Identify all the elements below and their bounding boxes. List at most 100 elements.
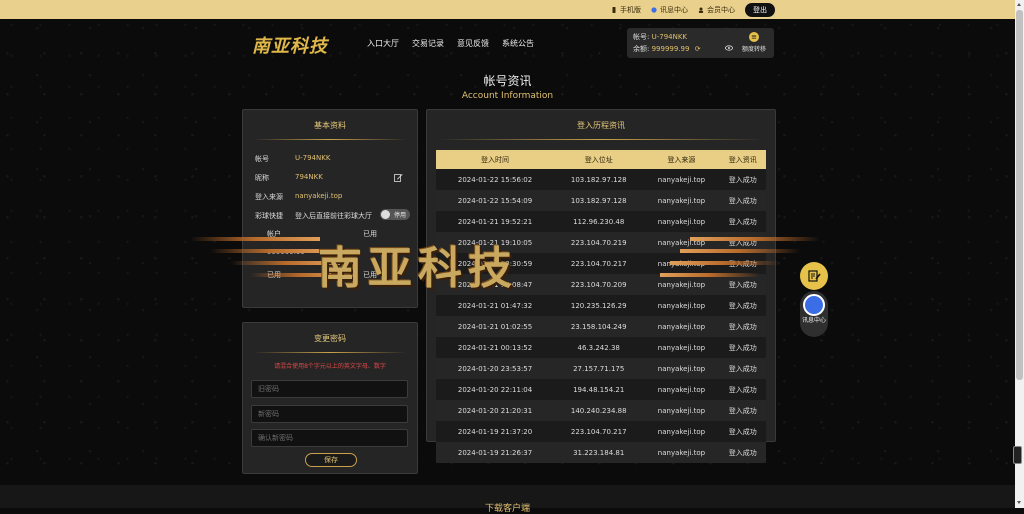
shortcut-toggle[interactable]: 停用 [380, 209, 410, 220]
page-scrollbar[interactable] [1015, 0, 1024, 508]
table-row: 2024-01-20 22:11:04 194.48.154.21 nanyakej… [436, 379, 766, 400]
table-cell: 140.240.234.88 [554, 400, 644, 421]
table-cell: 103.182.97.128 [554, 169, 644, 190]
table-cell: 2024-01-22 15:54:09 [436, 190, 555, 211]
refresh-icon[interactable]: ⟳ [695, 45, 701, 53]
info-label: 登入来源 [255, 193, 283, 201]
table-row: 2024-01-22 15:54:09 103.182.97.128 nanyake… [436, 190, 766, 211]
info-row-nickname: 昵称 794NKK [255, 173, 323, 183]
logout-button[interactable]: 登出 [745, 2, 775, 17]
info-label: 昵称 [255, 174, 269, 182]
password-title: 变更密码 [314, 334, 346, 343]
scroll-indicator [1013, 446, 1022, 464]
page-title: 帐号资讯 [483, 74, 532, 88]
table-row: 2024-01-21 01:02:55 23.158.104.249 nanyake… [436, 316, 766, 337]
info-value: U-794NKK [295, 154, 331, 162]
info-label: 彩球快捷 [255, 212, 283, 220]
table-cell: 27.157.71.175 [554, 358, 644, 379]
wing-stripe [210, 249, 330, 253]
table-cell: 46.3.242.38 [554, 337, 644, 358]
info-row-account: 帐号 U-794NKK [255, 154, 330, 164]
balance-row: 余额: 999999.99 ⟳ [633, 44, 701, 54]
col-login-info: 登入资讯 [719, 150, 766, 169]
table-cell: 2024-01-19 21:37:20 [436, 421, 555, 442]
wing-stripe [190, 237, 320, 241]
table-cell: 2024-01-22 15:56:02 [436, 169, 555, 190]
old-password-input[interactable] [251, 380, 408, 398]
table-cell: 23.158.104.249 [554, 316, 644, 337]
table-cell: nanyakeji.top [643, 337, 720, 358]
info-row-shortcut: 彩球快捷 登入后直接前往彩球大厅 [255, 211, 372, 221]
info-label: 帐号 [255, 155, 269, 163]
info-value: 794NKK [295, 173, 323, 181]
table-cell: nanyakeji.top [643, 400, 720, 421]
chat-bubble-icon [803, 294, 825, 316]
nav-transactions[interactable]: 交易记录 [412, 38, 444, 49]
scrollbar-thumb[interactable] [1016, 10, 1023, 380]
table-cell: 登入成功 [719, 337, 766, 358]
balance-label: 余额: [633, 45, 650, 53]
table-cell: 2024-01-20 21:20:31 [436, 400, 555, 421]
table-row: 2024-01-20 23:53:57 27.157.71.175 nanyakej… [436, 358, 766, 379]
footer: 下载客户端 [0, 485, 1015, 514]
table-row: 2024-01-19 21:37:20 223.104.70.217 nanyake… [436, 421, 766, 442]
table-cell: nanyakeji.top [643, 379, 720, 400]
table-cell: 登入成功 [719, 169, 766, 190]
page-subtitle: Account Information [461, 91, 554, 101]
mobile-link[interactable]: 手机版 [611, 5, 641, 15]
divider [253, 139, 407, 140]
member-link[interactable]: 会员中心 [698, 5, 735, 15]
col-login-ip: 登入位址 [554, 150, 644, 169]
table-cell: 登入成功 [719, 358, 766, 379]
wing-stripe [660, 273, 760, 277]
nav-lobby[interactable]: 入口大厅 [367, 38, 399, 49]
table-cell: 194.48.154.21 [554, 379, 644, 400]
scroll-down-icon[interactable] [1017, 501, 1021, 504]
nav-feedback[interactable]: 意见反馈 [457, 38, 489, 49]
table-cell: 登入成功 [719, 190, 766, 211]
table-cell: 31.223.184.81 [554, 442, 644, 463]
confirm-password-input[interactable] [251, 429, 408, 447]
eye-icon[interactable] [725, 45, 733, 51]
account-value: U-794NKK [651, 33, 688, 41]
info-value: 登入后直接前往彩球大厅 [295, 212, 372, 220]
col-login-time: 登入时间 [436, 150, 555, 169]
table-row: 2024-01-20 21:20:31 140.240.234.88 nanyake… [436, 400, 766, 421]
messages-link[interactable]: 讯息中心 [651, 5, 688, 15]
table-body: 2024-01-22 15:56:02 103.182.97.128 nanyake… [436, 169, 766, 463]
table-cell: 登入成功 [719, 379, 766, 400]
feedback-float-button[interactable] [800, 262, 828, 290]
balance-value: 999999.99 [651, 45, 690, 53]
scroll-up-icon[interactable] [1017, 3, 1021, 6]
col-login-source: 登入来源 [643, 150, 720, 169]
toggle-label: 停用 [394, 212, 407, 219]
password-warning: 请混合使用8个字元以上的英文字母、数字 [274, 363, 386, 370]
transfer-button[interactable]: ≡ 额度转移 [740, 32, 768, 53]
site-logo[interactable]: 南亚科技 [252, 32, 328, 58]
table-cell: 2024-01-20 22:11:04 [436, 379, 555, 400]
divider [437, 139, 765, 140]
nav-announcements[interactable]: 系统公告 [502, 38, 534, 49]
table-header-row: 登入时间 登入位址 登入来源 登入资讯 [436, 150, 766, 169]
transfer-icon: ≡ [749, 32, 759, 42]
info-value: nanyakeji.top [295, 192, 343, 200]
table-cell: 2024-01-21 00:13:52 [436, 337, 555, 358]
edit-icon[interactable] [394, 173, 403, 182]
basic-info-title: 基本资料 [314, 121, 346, 130]
table-cell: nanyakeji.top [643, 190, 720, 211]
table-cell: 103.182.97.128 [554, 190, 644, 211]
account-label: 帐号: [633, 33, 650, 41]
table-cell: 登入成功 [719, 400, 766, 421]
messages-float-button[interactable]: 讯息中心 [800, 291, 828, 337]
edit-note-icon [808, 270, 821, 282]
change-password-panel: 变更密码 请混合使用8个字元以上的英文字母、数字 保存 [242, 322, 418, 474]
account-row: 帐号: U-794NKK [633, 32, 687, 42]
save-button[interactable]: 保存 [305, 453, 357, 467]
info-row-source: 登入来源 nanyakeji.top [255, 192, 342, 202]
phone-icon [612, 6, 616, 13]
main-header: 南亚科技 入口大厅 交易记录 意见反馈 系统公告 [0, 19, 1015, 61]
divider [253, 352, 407, 353]
history-title: 登入历程资讯 [577, 121, 625, 130]
wing-stripe [690, 237, 820, 241]
new-password-input[interactable] [251, 405, 408, 423]
